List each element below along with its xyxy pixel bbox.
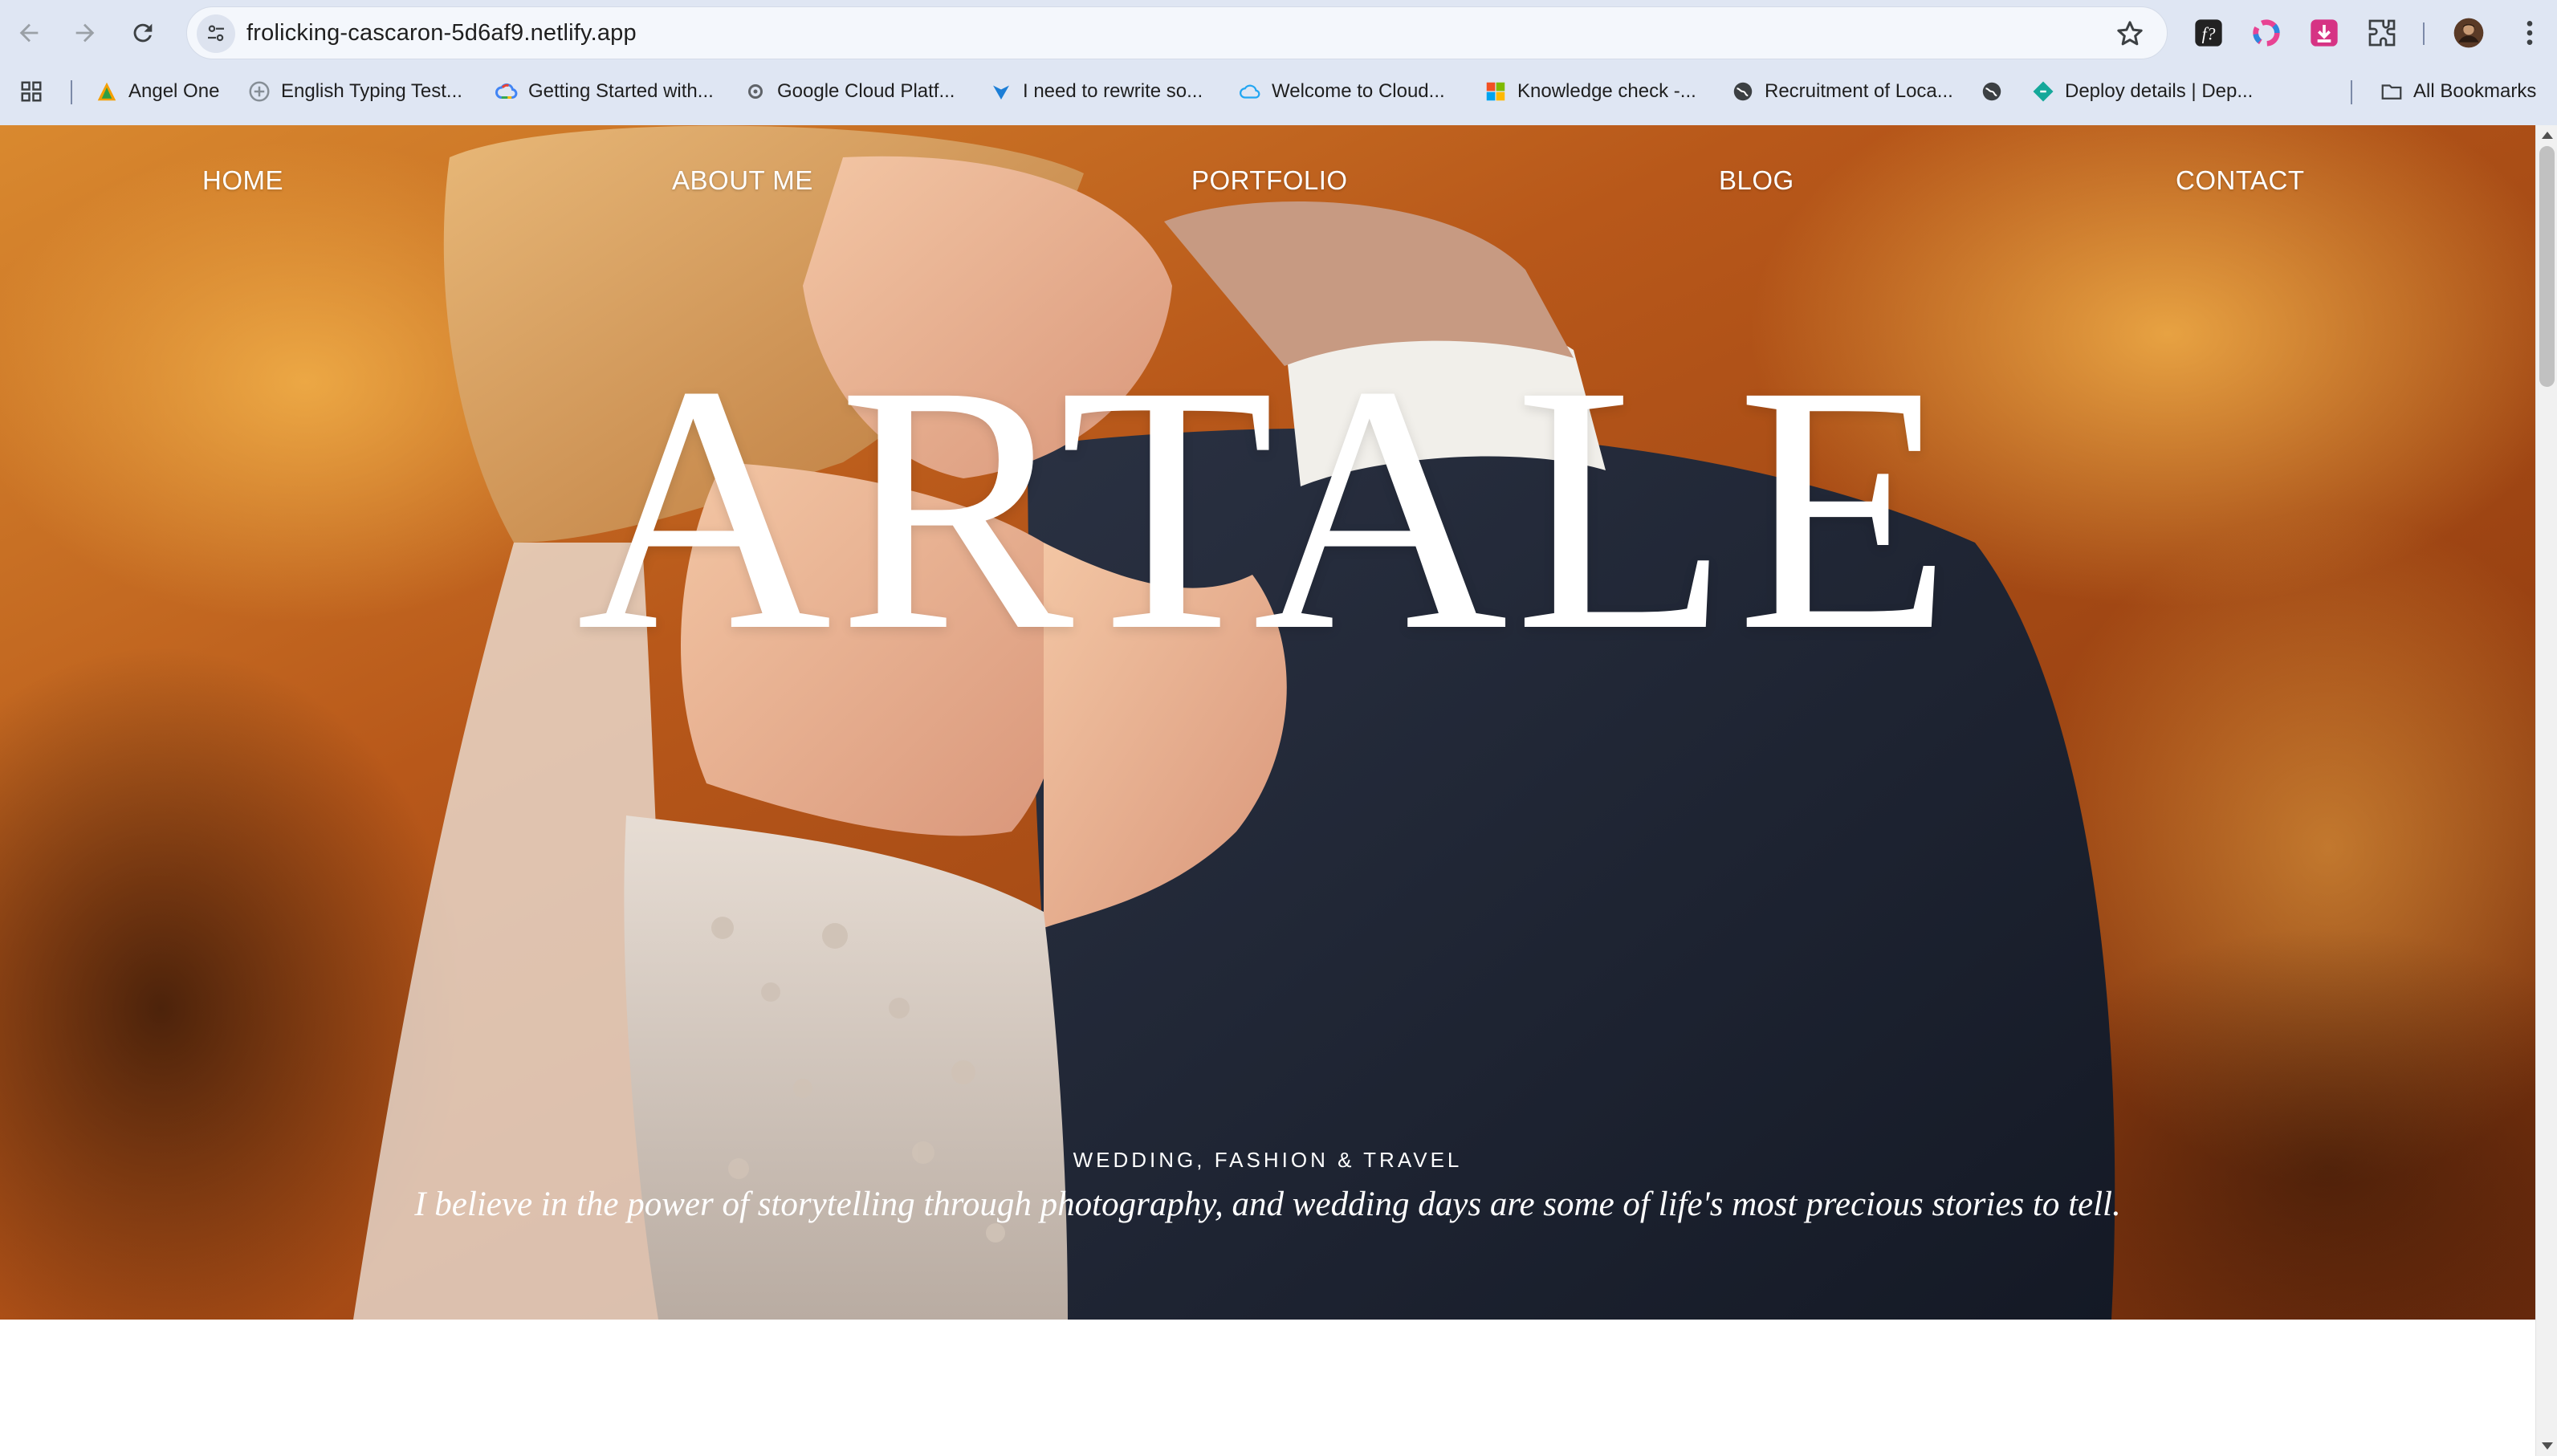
globe-icon [1980,79,2004,104]
kebab-menu-icon [2526,21,2533,45]
download-extension-icon[interactable] [2307,16,2341,50]
nav-portfolio[interactable]: PORTFOLIO [1191,165,1348,196]
bookmark-knowledge-check[interactable]: Knowledge check -... [1484,77,1696,106]
bookmark-label: English Typing Test... [281,80,462,102]
globe-icon [1731,79,1755,104]
bookmark-deploy-details[interactable]: Deploy details | Dep... [2031,77,2253,106]
forward-button[interactable] [67,15,103,51]
ai-icon [989,79,1013,104]
color-ring-extension-icon[interactable] [2250,16,2283,50]
bookmark-globe[interactable] [1980,77,2004,106]
nav-blog[interactable]: BLOG [1719,165,1794,196]
scroll-down-arrow-icon[interactable] [2542,1442,2553,1450]
svg-text:f?: f? [2202,24,2216,43]
angel-one-icon [95,79,119,104]
cloud-icon [1238,79,1262,104]
back-button[interactable] [11,15,47,51]
url-text[interactable]: frolicking-cascaron-5d6af9.netlify.app [246,20,637,47]
bookmark-welcome-to-cloud[interactable]: Welcome to Cloud... [1238,77,1445,106]
microsoft-icon [1484,79,1508,104]
bookmark-google-cloud-platform[interactable]: Google Cloud Platf... [743,77,955,106]
address-bar[interactable]: frolicking-cascaron-5d6af9.netlify.app [186,6,2168,59]
hero-subtitle: I believe in the power of storytelling t… [414,1186,2121,1223]
bookmark-label: I need to rewrite so... [1023,80,1203,102]
netlify-icon [2031,79,2055,104]
fontface-extension-icon[interactable]: f? [2192,16,2225,50]
bookmarks-divider [71,80,72,104]
bookmark-label: Knowledge check -... [1517,80,1696,102]
bookmark-label: Google Cloud Platf... [777,80,955,102]
puzzle-extensions-icon[interactable] [2365,16,2399,50]
reload-icon [133,23,153,43]
bookmark-label: Recruitment of Loca... [1765,80,1953,102]
bookmark-recruitment[interactable]: Recruitment of Loca... [1731,77,1953,106]
toolbar-divider [2423,22,2425,45]
site-navigation: HOME ABOUT ME PORTFOLIO BLOG CONTACT [0,165,2535,214]
bookmark-label: Angel One [128,80,220,102]
nav-about-me[interactable]: ABOUT ME [672,165,813,196]
gear-icon [743,79,768,104]
browser-chrome: frolicking-cascaron-5d6af9.netlify.app f… [0,0,2557,125]
nav-contact[interactable]: CONTACT [2176,165,2305,196]
forward-arrow-icon [75,23,95,43]
bookmark-english-typing-test[interactable]: English Typing Test... [247,77,462,106]
bookmark-rewrite[interactable]: I need to rewrite so... [989,77,1203,106]
hero-section: HOME ABOUT ME PORTFOLIO BLOG CONTACT ART… [0,125,2535,1320]
apps-grid-icon [19,79,43,104]
brand-title: ARTALE [576,313,1959,704]
all-bookmarks-label: All Bookmarks [2413,80,2537,102]
bookmark-getting-started[interactable]: Getting Started with... [495,77,714,106]
profile-avatar[interactable] [2452,16,2486,50]
folder-icon [2380,79,2404,104]
reload-button[interactable] [125,15,161,51]
page-scrollbar[interactable] [2535,125,2557,1456]
tagline: WEDDING, FASHION & TRAVEL [1073,1148,1463,1172]
scrollbar-thumb[interactable] [2539,146,2555,387]
scroll-up-arrow-icon[interactable] [2542,132,2553,139]
google-cloud-icon [495,79,519,104]
bookmark-label: Welcome to Cloud... [1272,80,1445,102]
bookmark-angel-one[interactable]: Angel One [95,77,219,106]
all-bookmarks-button[interactable]: All Bookmarks [2380,77,2536,106]
site-info-button[interactable] [197,14,235,53]
typing-icon [247,79,271,104]
page-viewport: HOME ABOUT ME PORTFOLIO BLOG CONTACT ART… [0,125,2535,1456]
bookmarks-bar: Angel One English Typing Test... Getting… [0,67,2557,116]
star-icon[interactable] [2114,18,2146,50]
bookmark-label: Deploy details | Dep... [2065,80,2254,102]
bookmark-label: Getting Started with... [528,80,714,102]
hero-photo [0,125,2535,1320]
tune-icon [208,25,224,42]
browser-menu-button[interactable] [2513,16,2547,50]
bookmarks-divider [2351,80,2352,104]
nav-home[interactable]: HOME [202,165,283,196]
browser-toolbar: frolicking-cascaron-5d6af9.netlify.app f… [0,0,2557,66]
back-arrow-icon [19,23,39,43]
apps-grid-button[interactable] [19,77,43,106]
